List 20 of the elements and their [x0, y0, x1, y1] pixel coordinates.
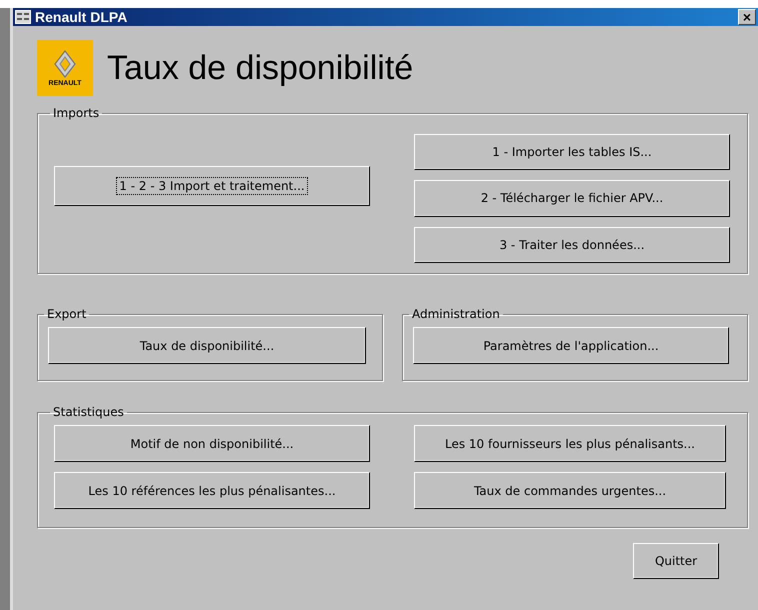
export-button[interactable]: Taux de disponibilité...	[48, 327, 366, 364]
window-title: Renault DLPA	[35, 9, 128, 25]
step-button[interactable]: 1 - Importer les tables IS...	[414, 134, 730, 170]
group-label: Imports	[52, 106, 100, 120]
group-label: Statistiques	[52, 405, 125, 419]
statistics-button[interactable]: Les 10 fournisseurs les plus pénalisants...	[414, 425, 726, 462]
close-button[interactable]: ×	[738, 9, 756, 25]
statistics-button[interactable]: Taux de commandes urgentes...	[414, 472, 726, 509]
diamond-icon	[54, 50, 76, 78]
step-button[interactable]: 2 - Télécharger le fichier APV...	[414, 180, 730, 217]
import-button[interactable]: 1 - 2 - 3 Import et traitement...	[54, 166, 370, 206]
quit-button[interactable]: Quitter	[633, 543, 719, 579]
statistics-button[interactable]: Les 10 références les plus pénalisantes...	[54, 472, 370, 509]
form-icon	[15, 10, 31, 24]
statistics-button[interactable]: Motif de non disponibilité...	[54, 425, 370, 462]
page-title: Taux de disponibilité	[107, 48, 414, 88]
step-button[interactable]: 3 - Traiter les données...	[414, 226, 730, 263]
group-label: Administration	[411, 307, 501, 321]
group-label: Export	[46, 307, 88, 321]
settings-button[interactable]: Paramètres de l'application...	[413, 327, 729, 364]
